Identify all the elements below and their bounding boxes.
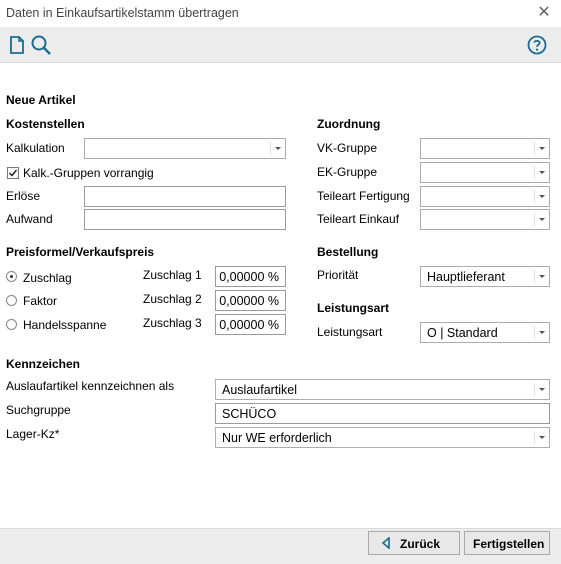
zuschlag2-input[interactable]: 0,00000 % [215,290,286,311]
leistungsart-value: O | Standard [427,326,498,340]
chevron-down-icon[interactable] [271,139,285,158]
bestellung-header: Bestellung [317,245,379,259]
teileart-fertigung-dropdown[interactable] [420,186,550,207]
radio-handelsspanne-label: Handelsspanne [23,318,107,332]
teileart-einkauf-label: Teileart Einkauf [317,212,400,226]
help-icon[interactable] [525,33,549,57]
lager-value: Nur WE erforderlich [222,431,332,445]
back-button-label: Zurück [400,537,441,551]
lager-label: Lager-Kz* [6,427,60,441]
prioritaet-value: Hauptlieferant [427,270,505,284]
checkmark-icon [8,169,18,177]
aufwand-input[interactable] [84,209,286,230]
chevron-down-icon[interactable] [535,210,549,229]
zuschlag2-value: 0,00000 % [219,294,279,308]
auslauf-label: Auslaufartikel kennzeichnen als [6,379,175,393]
zuordnung-header: Zuordnung [317,117,381,131]
section-title: Neue Artikel [6,93,76,107]
arrow-left-icon [381,537,390,549]
vk-gruppe-label: VK-Gruppe [317,141,378,155]
erloese-label: Erlöse [6,189,41,203]
suchgruppe-value: SCHÜCO [222,407,277,421]
kostenstellen-header: Kostenstellen [6,117,85,131]
leistungsart-dropdown[interactable]: O | Standard [420,322,550,343]
title-bar: Daten in Einkaufsartikelstamm übertragen… [0,0,561,27]
zuschlag3-label: Zuschlag 3 [143,316,202,330]
zuschlag1-input[interactable]: 0,00000 % [215,266,286,287]
kalk-gruppen-checkbox[interactable] [7,167,19,179]
kalkulation-dropdown[interactable] [84,138,286,159]
suchgruppe-label: Suchgruppe [6,403,71,417]
vk-gruppe-dropdown[interactable] [420,138,550,159]
toolbar [0,27,561,63]
chevron-down-icon[interactable] [535,323,549,342]
zuschlag2-label: Zuschlag 2 [143,292,202,306]
kennzeichen-header: Kennzeichen [6,357,81,371]
chevron-down-icon[interactable] [535,163,549,182]
chevron-down-icon[interactable] [535,187,549,206]
leistungsart-label: Leistungsart [317,325,383,339]
window-title: Daten in Einkaufsartikelstamm übertragen [6,6,239,20]
search-icon[interactable] [29,33,53,57]
chevron-down-icon[interactable] [535,380,549,399]
kalkulation-label: Kalkulation [6,141,65,155]
radio-faktor-label: Faktor [23,294,58,308]
erloese-input[interactable] [84,186,286,207]
chevron-down-icon[interactable] [535,267,549,286]
finish-button[interactable]: Fertigstellen [464,531,550,555]
zuschlag3-input[interactable]: 0,00000 % [215,314,286,335]
auslauf-value: Auslaufartikel [222,383,298,397]
teileart-einkauf-dropdown[interactable] [420,209,550,230]
kalk-gruppen-label: Kalk.-Gruppen vorrangig [23,166,154,180]
ek-gruppe-label: EK-Gruppe [317,165,378,179]
radio-zuschlag[interactable] [6,271,17,282]
document-icon[interactable] [5,33,29,57]
preisformel-header: Preisformel/Verkaufspreis [6,245,155,259]
prioritaet-label: Priorität [317,268,359,282]
aufwand-label: Aufwand [6,212,53,226]
ek-gruppe-dropdown[interactable] [420,162,550,183]
lager-dropdown[interactable]: Nur WE erforderlich [215,427,550,448]
radio-faktor[interactable] [6,295,17,306]
chevron-down-icon[interactable] [535,139,549,158]
radio-handelsspanne[interactable] [6,319,17,330]
finish-button-label: Fertigstellen [473,537,545,551]
chevron-down-icon[interactable] [535,428,549,447]
zuschlag3-value: 0,00000 % [219,318,279,332]
zuschlag1-value: 0,00000 % [219,270,279,284]
auslauf-dropdown[interactable]: Auslaufartikel [215,379,550,400]
suchgruppe-input[interactable]: SCHÜCO [215,403,550,424]
leistungsart-header: Leistungsart [317,301,390,315]
back-button[interactable]: Zurück [368,531,460,555]
radio-zuschlag-label: Zuschlag [23,271,72,285]
teileart-fertigung-label: Teileart Fertigung [317,189,410,203]
close-icon[interactable]: ✕ [534,3,554,23]
zuschlag1-label: Zuschlag 1 [143,268,202,282]
prioritaet-dropdown[interactable]: Hauptlieferant [420,266,550,287]
